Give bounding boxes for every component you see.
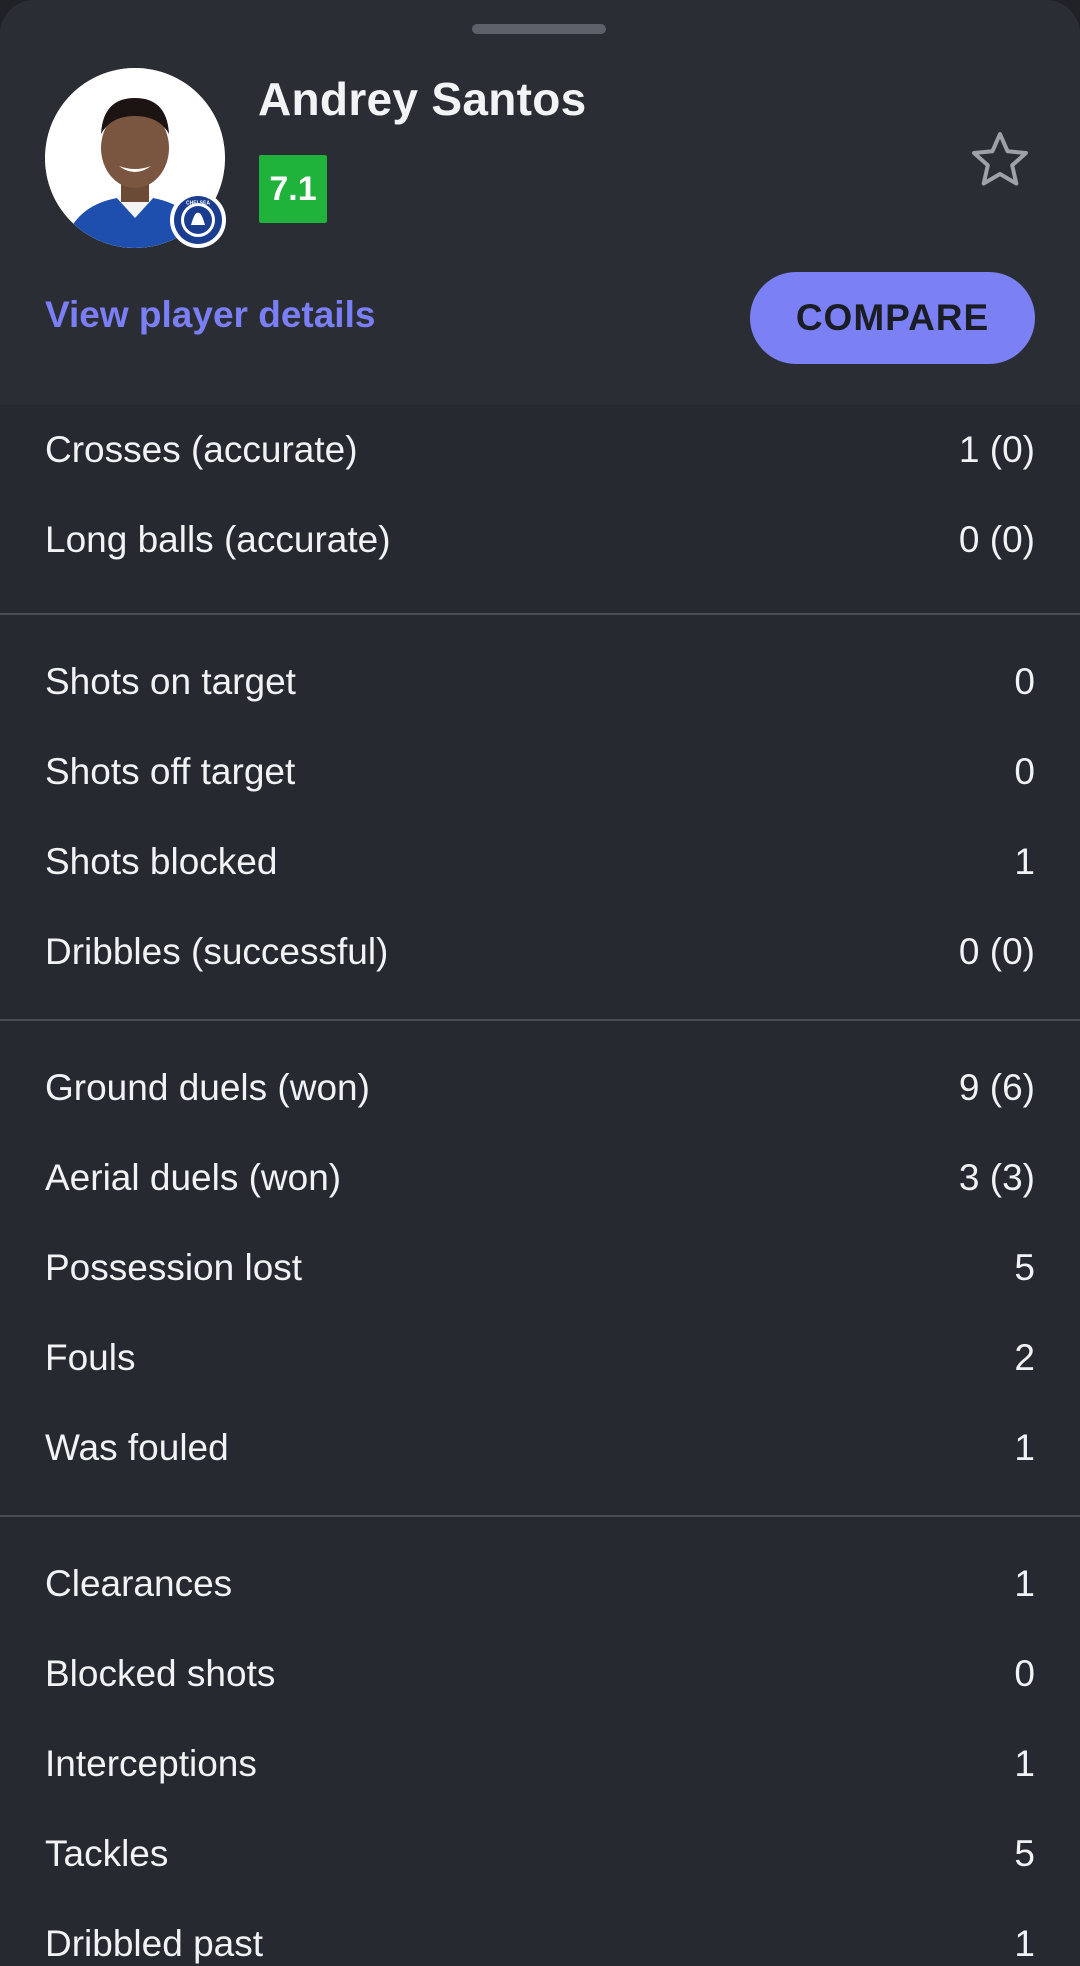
stats-list: Crosses (accurate) 1 (0) Long balls (acc…: [0, 405, 1080, 1966]
stat-row: Shots on target 0: [0, 637, 1080, 727]
stat-row: Dribbles (successful) 0 (0): [0, 907, 1080, 997]
stat-value: 0 (0): [958, 931, 1035, 972]
stat-row: Shots blocked 1: [0, 817, 1080, 907]
stat-row: Aerial duels (won) 3 (3): [0, 1133, 1080, 1223]
club-badge: CHELSEA: [170, 192, 226, 248]
stat-label: Fouls: [45, 1337, 136, 1378]
rating-badge: 7.1: [259, 155, 327, 223]
badge-text: CHELSEA: [186, 201, 210, 207]
stat-value: 2: [1014, 1337, 1035, 1378]
stat-label: Long balls (accurate): [45, 519, 391, 560]
stat-row: Dribbled past 1: [0, 1899, 1080, 1966]
stat-value: 0: [1014, 1653, 1035, 1694]
stat-value: 5: [1014, 1247, 1035, 1288]
stat-label: Ground duels (won): [45, 1067, 370, 1108]
stat-label: Was fouled: [45, 1427, 229, 1468]
stat-value: 9 (6): [958, 1067, 1035, 1108]
stat-value: 1: [1014, 1563, 1035, 1604]
stat-value: 0 (0): [958, 519, 1035, 560]
stat-group-duels: Ground duels (won) 9 (6) Aerial duels (w…: [0, 1021, 1080, 1517]
compare-button[interactable]: COMPARE: [750, 272, 1035, 364]
player-stats-sheet: CHELSEA Andrey Santos 7.1 View player de…: [0, 0, 1080, 1966]
stat-label: Clearances: [45, 1563, 233, 1604]
stat-value: 1: [1014, 1923, 1035, 1964]
stat-label: Interceptions: [45, 1743, 257, 1784]
stat-row: Clearances 1: [0, 1539, 1080, 1629]
stat-label: Crosses (accurate): [45, 429, 358, 470]
view-player-details-link[interactable]: View player details: [45, 294, 375, 336]
favorite-star-button[interactable]: [968, 128, 1032, 192]
stat-value: 1: [1014, 841, 1035, 882]
stat-row: Long balls (accurate) 0 (0): [0, 495, 1080, 585]
stat-group-defence: Clearances 1 Blocked shots 0 Interceptio…: [0, 1517, 1080, 1966]
player-header: CHELSEA Andrey Santos 7.1 View player de…: [0, 0, 1080, 405]
stat-value: 1: [1014, 1427, 1035, 1468]
chelsea-crest-icon: CHELSEA: [174, 196, 222, 244]
stat-value: 1: [1014, 1743, 1035, 1784]
stat-row: Interceptions 1: [0, 1719, 1080, 1809]
stat-label: Blocked shots: [45, 1653, 276, 1694]
stat-value: 0: [1014, 661, 1035, 702]
stat-row: Possession lost 5: [0, 1223, 1080, 1313]
stat-row: Crosses (accurate) 1 (0): [0, 405, 1080, 495]
stat-label: Shots on target: [45, 661, 296, 702]
stat-row: Shots off target 0: [0, 727, 1080, 817]
stat-label: Aerial duels (won): [45, 1157, 342, 1198]
player-name: Andrey Santos: [258, 73, 587, 125]
stat-row: Ground duels (won) 9 (6): [0, 1043, 1080, 1133]
stat-label: Possession lost: [45, 1247, 303, 1288]
stat-value: 1 (0): [958, 429, 1035, 470]
stat-row: Blocked shots 0: [0, 1629, 1080, 1719]
stat-label: Tackles: [45, 1833, 169, 1874]
stat-label: Dribbled past: [45, 1923, 264, 1964]
stat-row: Fouls 2: [0, 1313, 1080, 1403]
stat-value: 5: [1014, 1833, 1035, 1874]
stat-label: Shots off target: [45, 751, 296, 792]
stat-row: Was fouled 1: [0, 1403, 1080, 1493]
stat-group-attack: Shots on target 0 Shots off target 0 Sho…: [0, 615, 1080, 1021]
stat-label: Shots blocked: [45, 841, 278, 882]
star-outline-icon: [972, 132, 1028, 186]
stat-value: 0: [1014, 751, 1035, 792]
stat-value: 3 (3): [958, 1157, 1035, 1198]
stat-row: Tackles 5: [0, 1809, 1080, 1899]
stat-label: Dribbles (successful): [45, 931, 389, 972]
stat-group-passing: Crosses (accurate) 1 (0) Long balls (acc…: [0, 405, 1080, 615]
